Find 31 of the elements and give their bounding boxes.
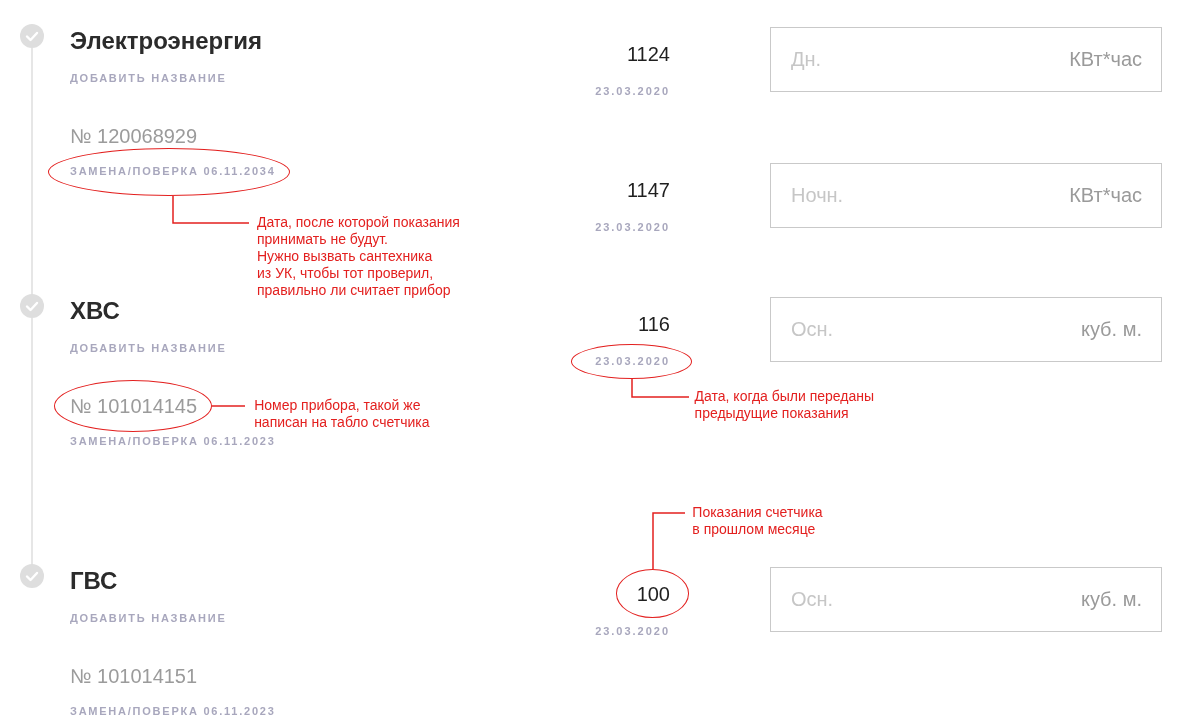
unit-label: куб. м. <box>1080 587 1142 611</box>
unit-label: куб. м. <box>1080 317 1142 341</box>
reading-date: 23.03.2020 <box>595 220 670 234</box>
reading-date: 23.03.2020 <box>595 624 670 638</box>
previous-reading: 1124 <box>627 42 670 66</box>
verification-date: ЗАМЕНА/ПОВЕРКА 06.11.2034 <box>70 164 276 178</box>
verification-date: ЗАМЕНА/ПОВЕРКА 06.11.2023 <box>70 704 276 718</box>
annotation-text: Дата, когда были переданы предыдущие показания <box>694 388 875 422</box>
meter-title: Электроэнергия <box>70 27 263 55</box>
unit-label: КВт*час <box>1069 47 1142 71</box>
callout-line <box>630 379 689 398</box>
callout-line <box>652 512 686 569</box>
previous-reading: 100 <box>636 582 670 606</box>
meter-title: ГВС <box>70 567 118 595</box>
meter-number: № 101014151 <box>70 664 198 688</box>
add-name-link[interactable]: ДОБАВИТЬ НАЗВАНИЕ <box>70 611 227 625</box>
annotation-text: Показания счетчика в прошлом месяце <box>692 504 823 538</box>
annotation-text: Дата, после которой показания принимать не будут. Нужно вызвать сантехника из УК, чтобы тот проверил, правильно ли считает прибор <box>257 214 460 299</box>
annotation-text: Номер прибора, такой же написан на табло счетчика <box>254 397 430 431</box>
meter-title: ХВС <box>70 297 120 325</box>
reading-date: 23.03.2020 <box>595 354 670 368</box>
reading-date: 23.03.2020 <box>595 84 670 98</box>
add-name-link[interactable]: ДОБАВИТЬ НАЗВАНИЕ <box>70 71 227 85</box>
previous-reading: 1147 <box>627 178 670 202</box>
unit-label: КВт*час <box>1069 183 1142 207</box>
meter-number: № 120068929 <box>70 124 198 148</box>
meter-number: № 101014145 <box>70 394 198 418</box>
add-name-link[interactable]: ДОБАВИТЬ НАЗВАНИЕ <box>70 341 227 355</box>
previous-reading: 116 <box>638 312 670 336</box>
callout-line <box>212 405 246 407</box>
verification-date: ЗАМЕНА/ПОВЕРКА 06.11.2023 <box>70 434 276 448</box>
